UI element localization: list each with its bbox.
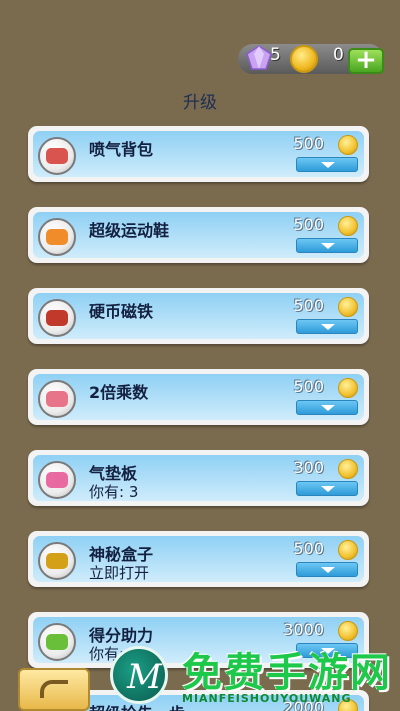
coin-count: 0 [333,45,344,65]
expand-button[interactable] [296,400,358,415]
coin-icon [338,540,358,560]
magnet-icon [38,299,76,337]
coin-icon [290,45,318,73]
watermark: M 免费手游网 MIANFEISHOUYOUWANG [102,640,400,711]
back-arrow-icon [40,680,68,698]
expand-button[interactable] [296,238,358,253]
upgrade-card-jetpack[interactable]: 喷气背包 500 [28,126,369,182]
item-price: 500 [293,377,324,396]
page-title: 升级 [183,93,217,113]
sneaker-icon [38,218,76,256]
mystery-box-icon [38,542,76,580]
gem-count: 5 [270,45,281,65]
upgrade-card-multiplier[interactable]: 2倍乘数 500 [28,369,369,425]
back-button[interactable] [18,668,90,711]
item-name: 硬币磁铁 [89,302,154,321]
open-now-label: 立即打开 [89,564,150,582]
item-price: 300 [293,458,324,477]
coin-icon [338,378,358,398]
item-price: 500 [293,539,324,558]
watermark-logo: M [110,646,168,704]
watermark-logo-letter: M [127,657,162,697]
hoverboard-icon [38,461,76,499]
coin-icon [338,459,358,479]
expand-button[interactable] [296,319,358,334]
expand-button[interactable] [296,481,358,496]
upgrade-card-mystery-box[interactable]: 神秘盒子 立即打开 500 [28,531,369,587]
jetpack-icon [38,137,76,175]
upgrade-card-magnet[interactable]: 硬币磁铁 500 [28,288,369,344]
upgrade-card-hoverboard[interactable]: 气垫板 你有: 3 300 [28,450,369,506]
coin-icon [338,135,358,155]
upgrade-card-sneakers[interactable]: 超级运动鞋 500 [28,207,369,263]
coin-icon [338,297,358,317]
item-name: 2倍乘数 [89,383,149,402]
item-owned-count: 你有: 3 [89,483,139,501]
expand-button[interactable] [296,157,358,172]
watermark-subtitle: MIANFEISHOUYOUWANG [182,692,352,705]
watermark-title: 免费手游网 [182,650,392,696]
coin-icon [338,621,358,641]
item-price: 500 [293,296,324,315]
item-price: 500 [293,134,324,153]
item-name: 喷气背包 [89,140,154,159]
coin-icon [338,216,358,236]
expand-button[interactable] [296,562,358,577]
item-price: 500 [293,215,324,234]
score-boost-icon [38,623,76,661]
item-name: 超级运动鞋 [89,221,170,240]
item-price: 3000 [283,620,324,639]
add-coins-button[interactable]: + [348,47,384,74]
multiplier-icon [38,380,76,418]
